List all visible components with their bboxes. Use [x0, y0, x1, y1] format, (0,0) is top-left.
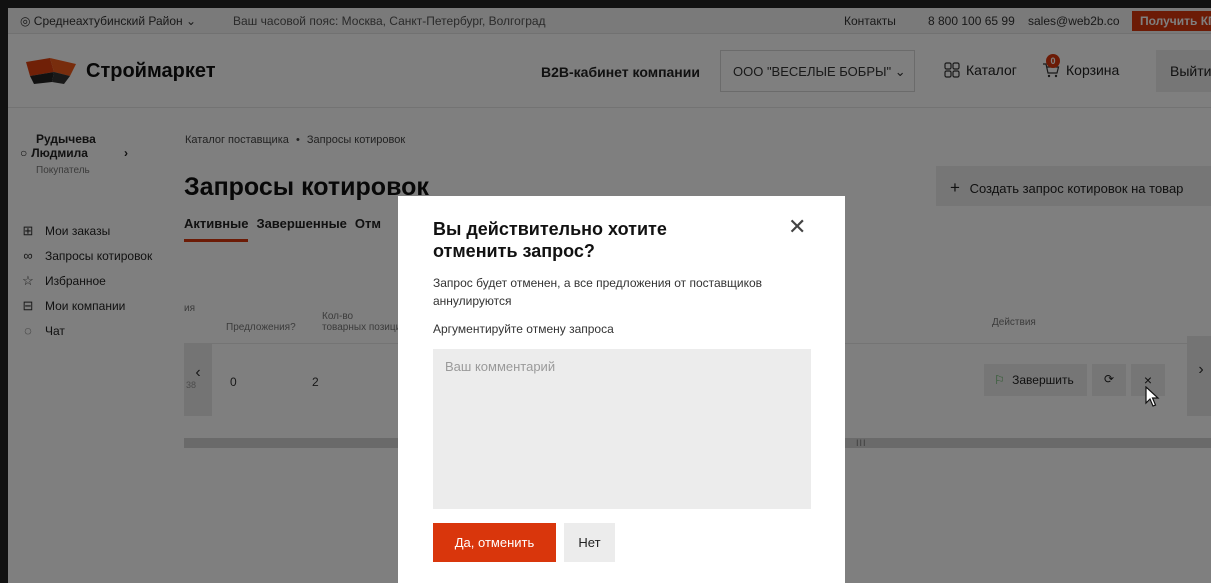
- dialog-title: Вы действительно хотите отменить запрос?: [433, 219, 667, 261]
- comment-textarea[interactable]: [433, 349, 811, 509]
- dialog-description: Запрос будет отменен, а все предложения …: [433, 276, 763, 308]
- confirm-cancel-button[interactable]: Да, отменить: [433, 523, 556, 562]
- decline-button[interactable]: Нет: [564, 523, 615, 562]
- cancel-request-dialog: Вы действительно хотите отменить запрос?…: [398, 196, 845, 583]
- mouse-cursor-icon: [1145, 386, 1160, 407]
- close-icon[interactable]: ✕: [788, 216, 806, 238]
- comment-label: Аргументируйте отмену запроса: [433, 322, 614, 336]
- app-frame: ◎ Среднеахтубинский Район ⌄ Ваш часовой …: [0, 0, 1211, 583]
